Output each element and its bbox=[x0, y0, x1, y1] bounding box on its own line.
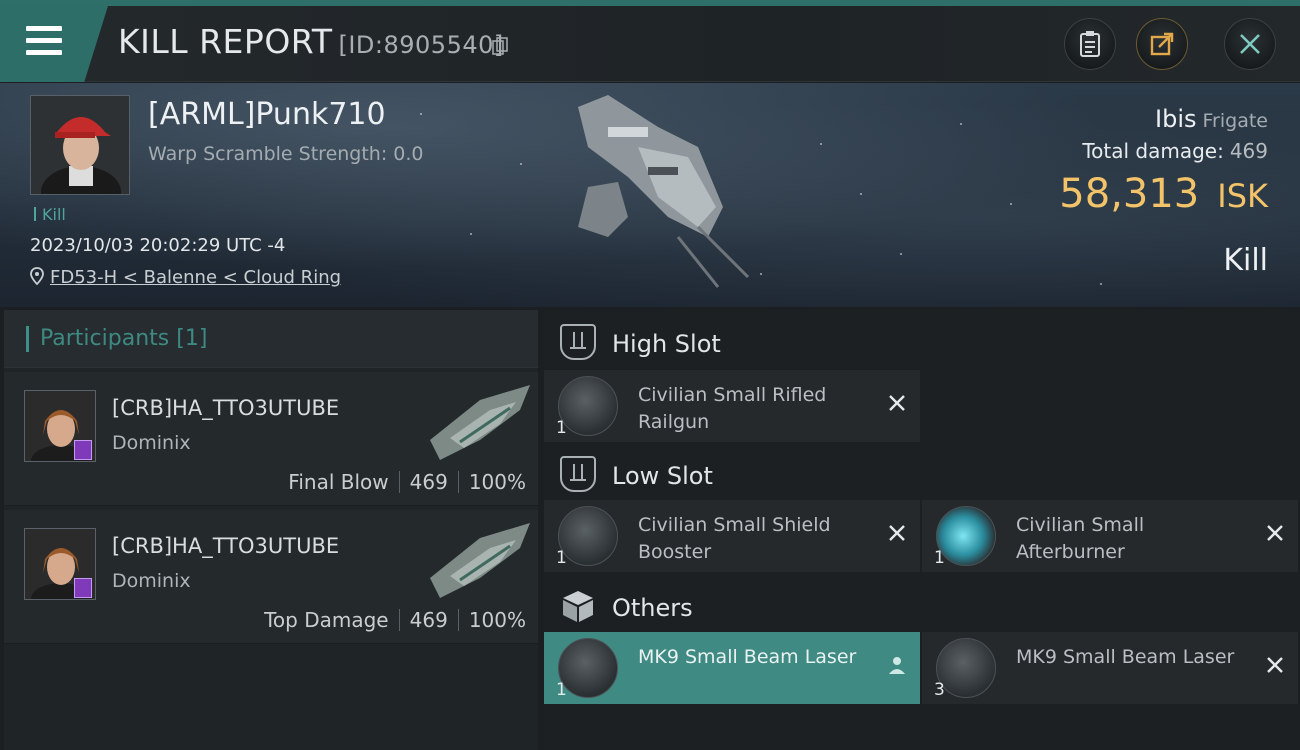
total-damage: Total damage: 469 bbox=[1082, 139, 1268, 163]
participant-row[interactable]: [CRB]HA_TTO3UTUBE Dominix Final Blow 469 1… bbox=[4, 372, 538, 506]
share-button[interactable] bbox=[1136, 18, 1188, 70]
ship-name: Ibis bbox=[1155, 105, 1197, 133]
participant-ship: Dominix bbox=[112, 570, 191, 592]
high-slot-label: High Slot bbox=[612, 330, 721, 358]
low-slot-header: Low Slot bbox=[544, 446, 1300, 504]
item-quantity: 1 bbox=[556, 418, 567, 438]
others-header: Others bbox=[544, 578, 1300, 636]
low-slot-label: Low Slot bbox=[612, 462, 713, 490]
participant-ship: Dominix bbox=[112, 432, 191, 454]
participants-panel: Participants [1] [CRB]HA_TTO3UTUBE Domin… bbox=[4, 310, 538, 750]
hamburger-menu-icon[interactable] bbox=[26, 26, 62, 56]
item-name: MK9 Small Beam Laser bbox=[638, 646, 857, 668]
report-id: [ID:8905540] bbox=[338, 31, 504, 59]
isk-amount: 58,313 bbox=[1059, 171, 1200, 217]
participants-header: Participants [1] bbox=[4, 310, 538, 368]
item-name: Civilian Small Shield Booster bbox=[638, 514, 831, 563]
participants-title: Participants [1] bbox=[40, 326, 207, 351]
item-quantity: 1 bbox=[556, 548, 567, 568]
victim-ship-type[interactable]: Ibis Frigate bbox=[1155, 105, 1268, 133]
copy-id-icon[interactable] bbox=[492, 37, 508, 55]
afterburner-icon bbox=[936, 506, 996, 566]
participant-role: Top Damage bbox=[264, 608, 389, 632]
shield-booster-icon bbox=[558, 506, 618, 566]
participant-row[interactable]: [CRB]HA_TTO3UTUBE Dominix Top Damage 469 1… bbox=[4, 510, 538, 644]
dropped-person-icon bbox=[889, 657, 905, 674]
kill-result: Kill bbox=[1223, 243, 1268, 278]
participant-damage: 469 bbox=[409, 608, 448, 632]
kill-datetime: 2023/10/03 20:02:29 UTC -4 bbox=[30, 235, 286, 256]
item-quantity: 3 bbox=[934, 680, 945, 700]
victim-name[interactable]: [ARML]Punk710 bbox=[148, 97, 386, 132]
menu-button[interactable] bbox=[0, 6, 108, 82]
corp-badge-icon bbox=[74, 578, 92, 598]
high-slot-icon bbox=[560, 324, 596, 360]
share-icon bbox=[1150, 32, 1174, 56]
item-name: MK9 Small Beam Laser bbox=[1016, 646, 1235, 668]
railgun-icon bbox=[558, 376, 618, 436]
victim-ship-image bbox=[578, 95, 750, 288]
clipboard-button[interactable] bbox=[1064, 18, 1116, 70]
item-quantity: 1 bbox=[556, 680, 567, 700]
item-quantity: 1 bbox=[934, 548, 945, 568]
location-link[interactable]: FD53-H < Balenne < Cloud Ring bbox=[50, 267, 341, 288]
fitting-item[interactable]: 1 MK9 Small Beam Laser bbox=[544, 632, 920, 704]
low-slot-icon bbox=[560, 456, 596, 492]
page-title: KILL REPORT [ID:8905540] bbox=[118, 22, 504, 61]
others-label: Others bbox=[612, 594, 693, 622]
participant-name[interactable]: [CRB]HA_TTO3UTUBE bbox=[112, 534, 339, 558]
total-damage-label: Total damage: bbox=[1082, 139, 1224, 163]
fitting-item[interactable]: 3 MK9 Small Beam Laser bbox=[922, 632, 1298, 704]
destroyed-icon bbox=[889, 395, 905, 411]
victim-banner: [ARML]Punk710 Warp Scramble Strength: 0.… bbox=[0, 83, 1300, 307]
destroyed-icon bbox=[1267, 525, 1283, 541]
participant-name[interactable]: [CRB]HA_TTO3UTUBE bbox=[112, 396, 339, 420]
destroyed-icon bbox=[889, 525, 905, 541]
close-icon bbox=[1240, 34, 1260, 54]
clipboard-icon bbox=[1080, 31, 1100, 57]
title-text: KILL REPORT bbox=[118, 22, 333, 61]
isk-value: 58,313 ISK bbox=[1059, 171, 1268, 217]
corp-badge-icon bbox=[74, 440, 92, 460]
high-slot-header: High Slot bbox=[544, 314, 1300, 372]
fitting-slots-panel: High Slot 1 Civilian Small Rifled Railgu… bbox=[544, 310, 1300, 750]
total-damage-value: 469 bbox=[1229, 139, 1268, 163]
participant-ship-image bbox=[430, 385, 530, 460]
cargo-box-icon bbox=[560, 588, 596, 624]
victim-portrait[interactable] bbox=[30, 95, 130, 195]
ship-class: Frigate bbox=[1202, 110, 1268, 132]
participants-title-text: Participants bbox=[40, 326, 170, 351]
item-name: Civilian Small Afterburner bbox=[1016, 514, 1145, 563]
kill-tag: Kill bbox=[34, 205, 66, 224]
victim-avatar-image bbox=[31, 96, 129, 194]
kill-tag-text: Kill bbox=[42, 205, 66, 224]
participant-percent: 100% bbox=[468, 470, 526, 494]
beam-laser-icon bbox=[936, 638, 996, 698]
participant-role: Final Blow bbox=[288, 470, 389, 494]
fitting-item[interactable]: 1 Civilian Small Rifled Railgun bbox=[544, 370, 920, 442]
fitting-item[interactable]: 1 Civilian Small Afterburner bbox=[922, 500, 1298, 572]
fitting-item[interactable]: 1 Civilian Small Shield Booster bbox=[544, 500, 920, 572]
warp-scramble-strength: Warp Scramble Strength: 0.0 bbox=[148, 143, 424, 165]
close-button[interactable] bbox=[1224, 18, 1276, 70]
location-pin-icon bbox=[30, 267, 44, 286]
participants-count: [1] bbox=[176, 326, 208, 351]
item-name: Civilian Small Rifled Railgun bbox=[638, 384, 827, 433]
participant-ship-image bbox=[430, 523, 530, 598]
destroyed-icon bbox=[1267, 657, 1283, 673]
beam-laser-icon bbox=[558, 638, 618, 698]
kill-location[interactable]: FD53-H < Balenne < Cloud Ring bbox=[30, 267, 341, 288]
isk-unit: ISK bbox=[1217, 177, 1268, 215]
participant-stats: Final Blow 469 100% bbox=[288, 470, 526, 494]
participant-damage: 469 bbox=[409, 470, 448, 494]
header-bar: KILL REPORT [ID:8905540] bbox=[0, 6, 1300, 82]
participant-stats: Top Damage 469 100% bbox=[264, 608, 526, 632]
participant-percent: 100% bbox=[468, 608, 526, 632]
